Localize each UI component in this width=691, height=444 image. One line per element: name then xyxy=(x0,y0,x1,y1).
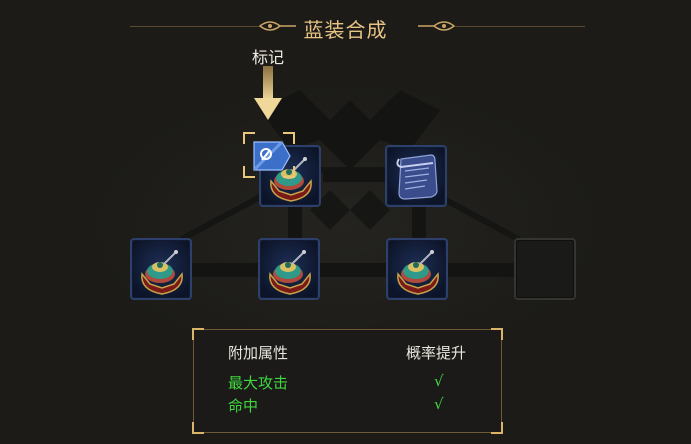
equipment-top-icon xyxy=(269,250,311,295)
mark-label: 标记 xyxy=(251,48,284,67)
item-slot-bottom-2[interactable] xyxy=(258,238,320,300)
check-mark-icon: √ xyxy=(434,395,444,413)
page-title: 蓝装合成 xyxy=(303,18,388,42)
down-arrow-icon xyxy=(254,66,282,120)
probability-header: 概率提升 xyxy=(406,344,467,362)
item-slot-bottom-4-empty[interactable] xyxy=(514,238,576,300)
panel-corner xyxy=(491,422,503,434)
mark-tag-icon xyxy=(252,140,291,172)
item-slot-bottom-3[interactable] xyxy=(386,238,448,300)
panel-corner xyxy=(491,328,503,340)
attribute-row-label: 命中 xyxy=(228,397,259,415)
connector-line xyxy=(192,263,514,277)
attribute-row-label: 最大攻击 xyxy=(228,374,289,392)
attribute-panel: 附加属性 概率提升 最大攻击 √ 命中 √ xyxy=(192,328,503,434)
connector-line xyxy=(323,170,387,182)
attribute-header: 附加属性 xyxy=(228,344,289,362)
equipment-top-icon xyxy=(141,250,183,295)
item-slot-bottom-1[interactable] xyxy=(130,238,192,300)
connector-line xyxy=(412,205,426,239)
title-bar: 蓝装合成 xyxy=(0,8,691,48)
panel-corner xyxy=(192,328,204,340)
scroll-icon xyxy=(396,154,438,200)
item-slot-top-right[interactable] xyxy=(385,145,447,207)
panel-corner xyxy=(192,422,204,434)
equipment-top-icon xyxy=(397,250,439,295)
check-mark-icon: √ xyxy=(434,372,444,390)
title-ornament-right-icon xyxy=(418,21,456,31)
title-line-right xyxy=(455,26,585,27)
connector-line xyxy=(288,205,302,239)
